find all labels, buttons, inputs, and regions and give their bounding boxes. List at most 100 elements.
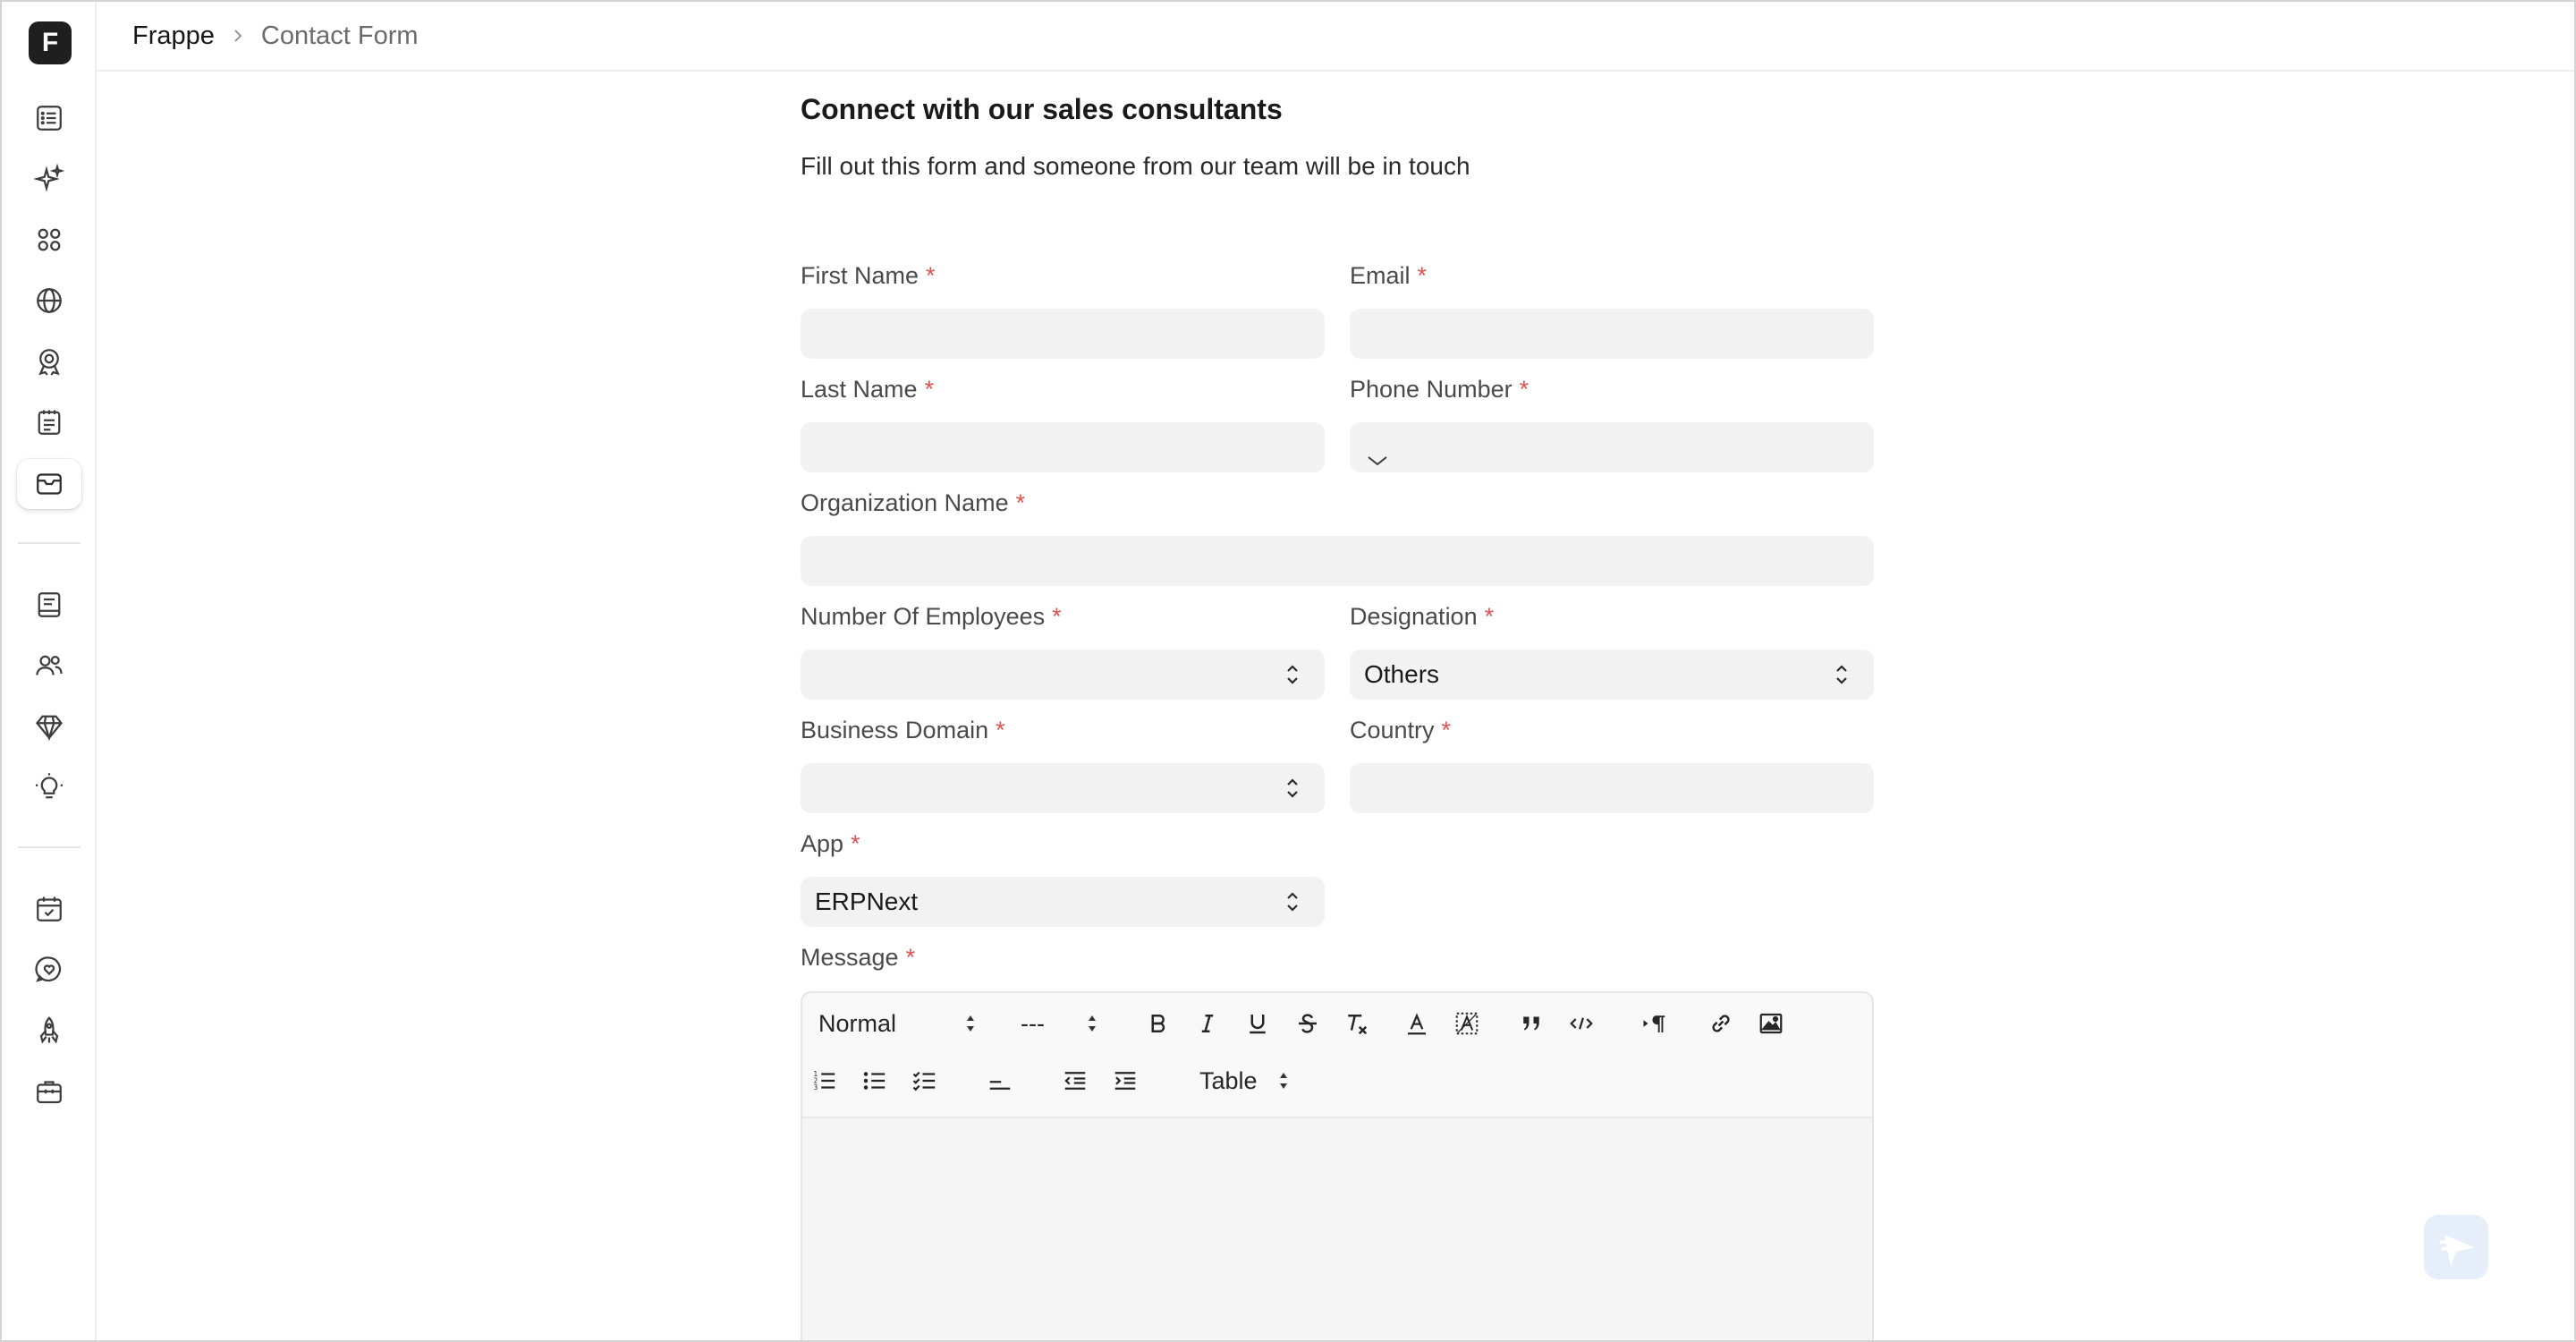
italic-button[interactable] xyxy=(1194,1006,1221,1041)
check-list-button[interactable] xyxy=(911,1063,938,1099)
app-logo[interactable]: F xyxy=(29,21,72,64)
blockquote-button[interactable] xyxy=(1518,1006,1545,1041)
bold-icon xyxy=(1151,1015,1165,1032)
select-arrows-icon xyxy=(1280,1073,1287,1089)
phone-number-field[interactable] xyxy=(1350,422,1874,472)
calendar-check-icon xyxy=(37,896,62,922)
organization-name-label: Organization Name * xyxy=(801,489,1026,516)
paragraph-direction-icon xyxy=(1643,1015,1665,1032)
last-name-label: Last Name * xyxy=(801,376,935,403)
align-button[interactable] xyxy=(987,1063,1013,1099)
indent-button[interactable] xyxy=(1112,1063,1139,1099)
sidebar-item-calendar[interactable] xyxy=(17,884,81,934)
feedback-icon xyxy=(2439,1234,2475,1267)
background-color-button[interactable] xyxy=(1453,1006,1480,1041)
highlight-icon xyxy=(1455,1012,1479,1035)
text-color-button[interactable] xyxy=(1403,1006,1430,1041)
sidebar-item-briefcase[interactable] xyxy=(17,1066,81,1117)
email-field[interactable] xyxy=(1350,309,1874,359)
bullet-list-button[interactable] xyxy=(861,1063,888,1099)
sidebar-divider xyxy=(18,846,80,848)
header-select-value: Normal xyxy=(818,1009,897,1037)
sidebar-item-diamond[interactable] xyxy=(17,701,81,752)
book-icon xyxy=(38,592,61,617)
sidebar-item-book[interactable] xyxy=(17,580,81,630)
header-select[interactable]: Normal xyxy=(818,1006,974,1041)
required-mark: * xyxy=(1519,376,1530,403)
checklist-icon xyxy=(912,1071,936,1091)
sidebar-item-award[interactable] xyxy=(17,336,81,386)
diamond-icon xyxy=(36,715,63,742)
required-mark: * xyxy=(996,717,1005,743)
editor-toolbar: Normal --- 1 2 3 Table xyxy=(802,993,1872,1117)
svg-text:3: 3 xyxy=(814,1083,818,1091)
required-mark: * xyxy=(1417,262,1428,289)
bullet-list-icon xyxy=(863,1072,886,1090)
text-direction-button[interactable] xyxy=(1641,1006,1668,1041)
link-icon xyxy=(1712,1015,1730,1032)
breadcrumb-current: Contact Form xyxy=(260,21,419,50)
designation-select[interactable]: Others xyxy=(1350,650,1874,700)
image-icon xyxy=(1759,1013,1783,1034)
required-mark: * xyxy=(1484,603,1495,630)
breadcrumb: Frappe Contact Form xyxy=(97,2,2574,72)
select-arrows-icon xyxy=(967,1015,974,1032)
mail-icon xyxy=(37,473,62,495)
business-domain-select[interactable] xyxy=(801,763,1325,813)
clear-format-button[interactable] xyxy=(1343,1006,1369,1041)
first-name-field[interactable] xyxy=(801,309,1325,359)
email-label: Email * xyxy=(1350,262,1428,289)
chevron-right-icon xyxy=(229,27,247,45)
sidebar-item-lightbulb[interactable] xyxy=(17,762,81,812)
first-name-label: First Name * xyxy=(801,262,936,289)
sidebar-item-list[interactable] xyxy=(17,93,81,143)
designation-label: Designation * xyxy=(1350,603,1495,630)
code-block-button[interactable] xyxy=(1568,1006,1595,1041)
underline-icon xyxy=(1250,1015,1266,1034)
sidebar-item-sparkle[interactable] xyxy=(17,154,81,204)
link-button[interactable] xyxy=(1707,1006,1734,1041)
image-button[interactable] xyxy=(1758,1006,1784,1041)
sidebar-item-users[interactable] xyxy=(17,641,81,691)
align-left-icon xyxy=(989,1081,1011,1090)
required-mark: * xyxy=(1015,489,1026,516)
organization-name-field[interactable] xyxy=(801,536,1874,586)
sidebar-item-notes[interactable] xyxy=(17,397,81,447)
app-label: App * xyxy=(801,830,860,857)
underline-button[interactable] xyxy=(1244,1006,1271,1041)
table-select-value: Table xyxy=(1199,1066,1258,1094)
breadcrumb-root[interactable]: Frappe xyxy=(132,21,215,51)
phone-number-label: Phone Number * xyxy=(1350,376,1530,403)
text-color-icon xyxy=(1408,1013,1426,1035)
outdent-button[interactable] xyxy=(1062,1063,1089,1099)
feedback-button[interactable] xyxy=(2424,1215,2488,1279)
size-select[interactable]: --- xyxy=(1021,1006,1110,1041)
app-select[interactable]: ERPNext xyxy=(801,877,1325,927)
ordered-list-button[interactable]: 123 xyxy=(811,1063,838,1099)
size-select-value: --- xyxy=(1021,1009,1045,1037)
required-mark: * xyxy=(1052,603,1062,630)
sidebar-item-helpdesk[interactable] xyxy=(17,945,81,995)
notes-icon xyxy=(38,410,61,435)
clear-format-icon xyxy=(1348,1015,1368,1035)
message-editor: Normal --- 1 2 3 Table xyxy=(801,991,1874,1340)
sparkle-icon xyxy=(33,163,65,192)
sidebar-item-website[interactable] xyxy=(17,276,81,326)
sidebar-item-mail[interactable] xyxy=(17,459,81,509)
strike-button[interactable] xyxy=(1294,1006,1321,1041)
select-value: Others xyxy=(1364,660,1440,688)
number-of-employees-select[interactable] xyxy=(801,650,1325,700)
select-arrows-icon xyxy=(1287,892,1298,912)
message-textarea[interactable] xyxy=(802,1117,1872,1340)
sidebar-item-rocket[interactable] xyxy=(17,1006,81,1056)
rocket-icon xyxy=(39,1016,59,1044)
users-icon xyxy=(36,655,63,675)
bold-button[interactable] xyxy=(1145,1006,1172,1041)
select-arrows-icon xyxy=(1089,1015,1096,1032)
select-arrows-icon xyxy=(1287,665,1298,684)
country-field[interactable] xyxy=(1350,763,1874,813)
last-name-field[interactable] xyxy=(801,422,1325,472)
chevron-down-icon[interactable] xyxy=(1366,454,1389,467)
table-select[interactable]: Table xyxy=(1199,1063,1298,1099)
sidebar-item-apps[interactable] xyxy=(17,215,81,265)
